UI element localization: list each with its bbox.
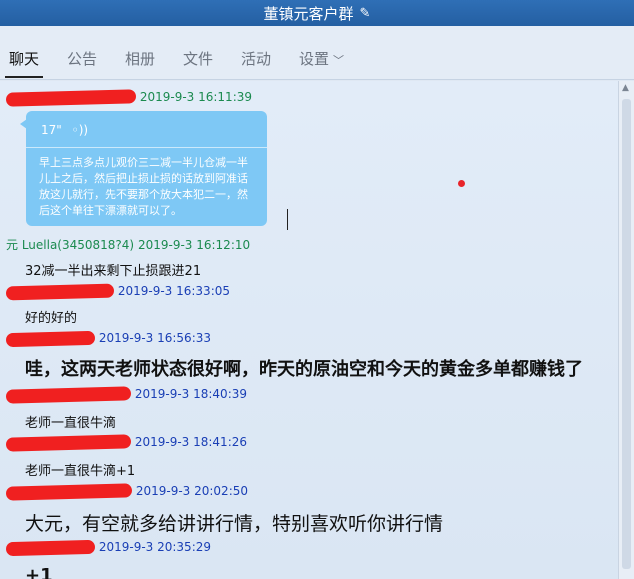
- tab-files[interactable]: 文件: [183, 48, 213, 69]
- message-text: 老师一直很牛滴: [25, 416, 117, 431]
- message-timestamp: 2019-9-3 20:35:29: [98, 540, 212, 554]
- title-bar: 董镇元客户群 ✎: [0, 0, 634, 26]
- redaction-mark: [5, 88, 137, 107]
- pencil-icon[interactable]: ✎: [360, 6, 371, 21]
- tab-settings-label: 设置: [299, 50, 330, 68]
- message-timestamp: 2019-9-3 18:40:39: [134, 387, 248, 401]
- message-timestamp: 2019-9-3 16:56:33: [98, 331, 212, 345]
- window-title: 董镇元客户群: [263, 4, 354, 23]
- message-text: 哇，这两天老师状态很好啊，昨天的原油空和今天的黄金多单都赚钱了: [25, 359, 583, 380]
- message-sender: 2019-9-3 16:33:05: [5, 283, 231, 300]
- unread-dot: [458, 180, 465, 187]
- voice-duration[interactable]: 17" ◦)): [41, 123, 88, 137]
- message-timestamp: 2019-9-3 16:12:10: [137, 238, 251, 252]
- message-sender: 2019-9-3 16:11:39: [5, 88, 253, 107]
- tab-settings[interactable]: 设置 ﹀: [299, 48, 344, 69]
- voice-duration-label: 17": [41, 123, 62, 137]
- voice-message-bubble[interactable]: 17" ◦)) 早上三点多点儿观价三二减一半儿仓减一半儿上之后，然后把止损止损的…: [20, 111, 267, 226]
- chevron-down-icon: ﹀: [333, 54, 345, 67]
- text-cursor: [287, 209, 288, 230]
- voice-divider: [26, 147, 267, 148]
- tab-chat[interactable]: 聊天: [4, 48, 44, 78]
- chat-scrollbar[interactable]: ▲: [618, 81, 634, 579]
- message-timestamp: 2019-9-3 20:02:50: [135, 484, 249, 498]
- sender-name: 元 Luella(3450818?4): [6, 238, 135, 252]
- message-text: 好的好的: [25, 311, 78, 326]
- scroll-up-icon[interactable]: ▲: [622, 83, 629, 93]
- message-sender: 2019-9-3 20:35:29: [5, 539, 212, 556]
- redaction-mark: [5, 539, 96, 556]
- message-text: 老师一直很牛滴+1: [25, 464, 136, 479]
- scrollbar-thumb[interactable]: [622, 99, 631, 569]
- message-sender: 2019-9-3 18:40:39: [5, 385, 248, 404]
- message-timestamp: 2019-9-3 16:11:39: [139, 90, 253, 104]
- message-sender: 2019-9-3 16:56:33: [5, 330, 212, 347]
- message-text: +1: [25, 565, 53, 579]
- redaction-mark: [5, 385, 132, 404]
- message-sender: 2019-9-3 18:41:26: [5, 433, 248, 452]
- message-text: 32减一半出来剩下止损跟进21: [25, 264, 202, 279]
- chat-history[interactable]: 2019-9-3 16:11:39 17" ◦)) 早上三点多点儿观价三二减一半…: [0, 81, 618, 579]
- voice-transcript: 早上三点多点儿观价三二减一半儿仓减一半儿上之后，然后把止损止损的话放到阿准话放这…: [39, 156, 248, 217]
- message-text: 大元，有空就多给讲讲行情，特别喜欢听你讲行情: [25, 513, 444, 535]
- tab-activity[interactable]: 活动: [241, 48, 271, 69]
- redaction-mark: [5, 283, 115, 300]
- redaction-mark: [5, 433, 132, 452]
- tab-announcement[interactable]: 公告: [67, 48, 97, 69]
- tab-album[interactable]: 相册: [125, 48, 155, 69]
- message-sender: 元 Luella(3450818?4) 2019-9-3 16:12:10: [6, 236, 250, 253]
- message-timestamp: 2019-9-3 18:41:26: [134, 435, 248, 449]
- redaction-mark: [5, 482, 133, 501]
- redaction-mark: [5, 330, 96, 347]
- message-timestamp: 2019-9-3 16:33:05: [117, 284, 231, 298]
- message-sender: 2019-9-3 20:02:50: [5, 482, 249, 501]
- sound-wave-icon: ◦)): [71, 123, 89, 137]
- tab-bar: 聊天 公告 相册 文件 活动 设置 ﹀: [0, 26, 634, 80]
